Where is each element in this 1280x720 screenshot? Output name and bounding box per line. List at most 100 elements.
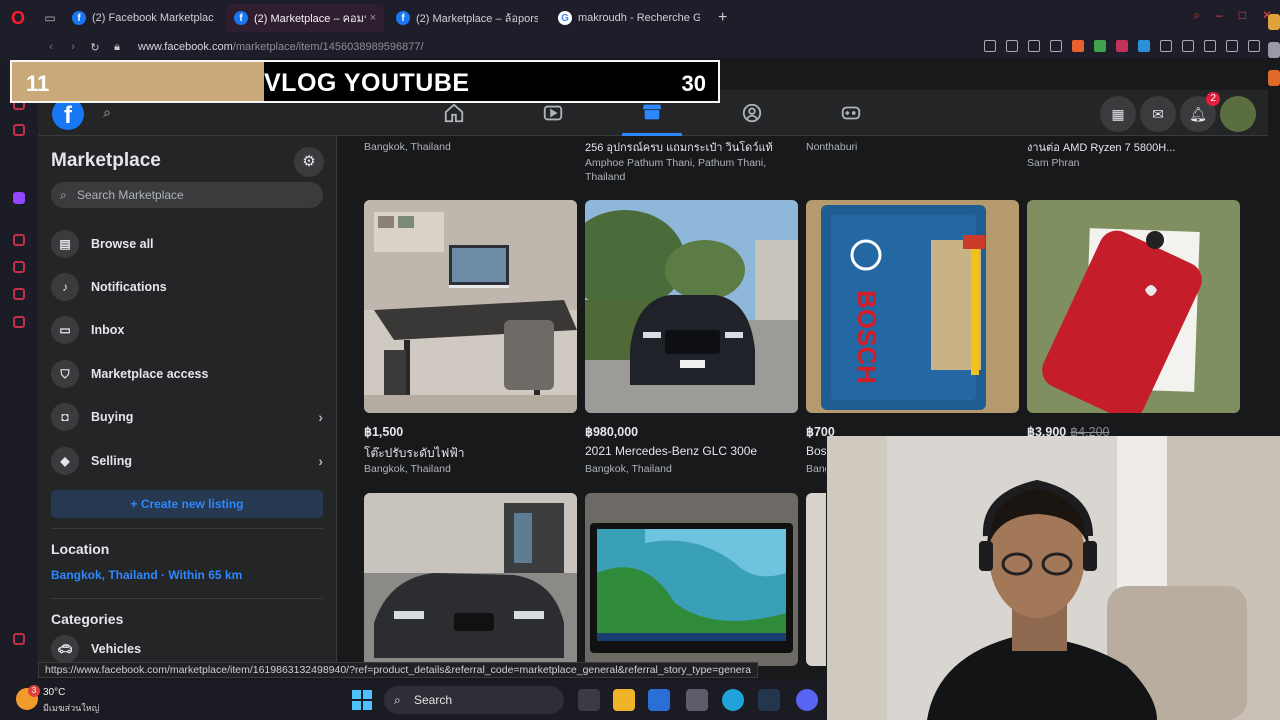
- listing-title[interactable]: โต๊ะปรับระดับไฟฟ้า: [364, 444, 577, 463]
- back-icon[interactable]: ‹: [40, 41, 62, 53]
- windows-start-icon[interactable]: [352, 690, 372, 710]
- edge-icon[interactable]: [722, 689, 744, 711]
- browser-tab[interactable]: Gmakroudh - Recherche Go: [550, 4, 708, 32]
- store-icon[interactable]: [648, 689, 670, 711]
- stream-banner: 11 VLOG YOUTUBE 30: [10, 60, 720, 103]
- menu-grid-icon[interactable]: ▦: [1100, 96, 1136, 132]
- tab-title: makroudh - Recherche Go: [578, 12, 700, 24]
- taskbar-search[interactable]: ⌕ Search: [384, 686, 564, 714]
- search-tabs-icon[interactable]: ⌕: [1193, 8, 1200, 23]
- bell-icon: ♪: [51, 273, 79, 301]
- listing-location: Bangkok, Thailand: [364, 463, 451, 475]
- sidebar-app-icon[interactable]: [13, 633, 25, 645]
- file-explorer-icon[interactable]: [613, 689, 635, 711]
- listing-image-bmw[interactable]: [364, 493, 577, 666]
- listing-image-iphone[interactable]: [1027, 200, 1240, 413]
- sidebar-app-icon[interactable]: [13, 124, 25, 136]
- listing-image-bosch-case[interactable]: BOSCH: [806, 200, 1019, 413]
- sidebar-item-label: Notifications: [91, 280, 167, 294]
- extension-red-icon[interactable]: [1072, 40, 1084, 52]
- task-view-icon[interactable]: [578, 689, 600, 711]
- sidebar-item-label: Browse all: [91, 237, 154, 251]
- listing-location: Amphoe Pathum Thani, Pathum Thani, Thail…: [585, 157, 767, 183]
- settings-icon[interactable]: [13, 316, 25, 328]
- listing-title[interactable]: 2021 Mercedes-Benz GLC 300e: [585, 444, 798, 458]
- messenger-icon[interactable]: ✉: [1140, 96, 1176, 132]
- settings-gear-icon[interactable]: ⚙: [294, 147, 324, 177]
- sidebar-app-icon[interactable]: [13, 288, 25, 300]
- create-listing-button[interactable]: + Create new listing: [51, 490, 323, 518]
- puzzle-icon[interactable]: [1160, 40, 1172, 52]
- discord-icon[interactable]: [796, 689, 818, 711]
- banner-right-number: 30: [681, 71, 706, 96]
- groups-nav-icon[interactable]: [722, 90, 782, 136]
- browser-tab-active[interactable]: f (2) Marketplace – คอมฯจอ×: [226, 4, 384, 32]
- edge-app-icon[interactable]: [1268, 14, 1280, 30]
- listing-title[interactable]: งานต่อ AMD Ryzen 7 5800H...: [1027, 138, 1240, 156]
- sidebar-item-inbox[interactable]: ▭ Inbox: [51, 312, 325, 348]
- listing-title[interactable]: 256 อุปกรณ์ครบ แถมกระเป๋า วินโดว์แท้: [585, 138, 798, 156]
- inbox-icon: ▭: [51, 316, 79, 344]
- download-icon[interactable]: [1204, 40, 1216, 52]
- shopping-bag-icon: ◘: [51, 403, 79, 431]
- storefront-icon: ▤: [51, 230, 79, 258]
- steam-icon[interactable]: [758, 689, 780, 711]
- minimize-icon[interactable]: –: [1216, 8, 1223, 23]
- edge-app-icon[interactable]: [1268, 70, 1280, 86]
- webcam-overlay: [827, 436, 1280, 720]
- sidebar-item-notifications[interactable]: ♪ Notifications: [51, 269, 325, 305]
- notifications-bell-icon[interactable]: 🔔︎ 2: [1180, 92, 1220, 132]
- listing-image-monitor[interactable]: [585, 493, 798, 666]
- app-icon[interactable]: [686, 689, 708, 711]
- extension-blue-icon[interactable]: [1138, 40, 1150, 52]
- history-icon[interactable]: [13, 261, 25, 273]
- search-input[interactable]: ⌕ Search Marketplace: [51, 182, 323, 208]
- sidebar-app-icon[interactable]: [13, 234, 25, 246]
- sidebar-item-browse-all[interactable]: ▤ Browse all: [51, 226, 325, 262]
- tag-icon: ◆: [51, 447, 79, 475]
- listing-image-mercedes[interactable]: [585, 200, 798, 413]
- play-icon[interactable]: [1028, 40, 1040, 52]
- extension-pink-icon[interactable]: [1116, 40, 1128, 52]
- profile-icon[interactable]: [1182, 40, 1194, 52]
- google-favicon-icon: G: [558, 11, 572, 25]
- category-label: Vehicles: [91, 642, 142, 656]
- reload-icon[interactable]: ↻: [84, 41, 106, 54]
- listing-price: ฿980,000: [585, 425, 639, 439]
- browser-tab[interactable]: f (2) Marketplace – ล้อpors: [388, 4, 546, 32]
- search-icon: ⌕: [60, 188, 67, 202]
- sidebar-item-label: Marketplace access: [91, 367, 209, 381]
- snapshot-icon[interactable]: [1006, 40, 1018, 52]
- close-tab-icon[interactable]: ×: [366, 12, 376, 24]
- sidebar-item-buying[interactable]: ◘ Buying ›: [51, 399, 325, 435]
- listing-image-desk[interactable]: [364, 200, 577, 413]
- new-tab-icon[interactable]: +: [718, 9, 727, 27]
- listing-image-partial[interactable]: [806, 493, 826, 666]
- opera-logo-icon[interactable]: O: [0, 0, 36, 36]
- page-title: Marketplace: [51, 150, 161, 171]
- edge-app-icon[interactable]: [1268, 42, 1280, 58]
- ai-icon[interactable]: [1226, 40, 1238, 52]
- twitch-icon[interactable]: [13, 192, 25, 204]
- bookmark-icon[interactable]: [984, 40, 996, 52]
- tab-menu-icon[interactable]: ▭: [36, 4, 64, 32]
- avatar[interactable]: [1220, 96, 1256, 132]
- extension-green-icon[interactable]: [1094, 40, 1106, 52]
- car-icon: 🚗︎: [51, 635, 79, 663]
- listing-title[interactable]: Bos: [806, 444, 826, 458]
- screen: O ▭ f (2) Facebook Marketplace f (2) Marke…: [0, 0, 1280, 720]
- extension-icons: [984, 40, 1260, 52]
- heart-icon[interactable]: [1050, 40, 1062, 52]
- forward-icon[interactable]: ›: [62, 41, 84, 53]
- location-link[interactable]: Bangkok, Thailand · Within 65 km: [51, 568, 242, 582]
- browser-tab[interactable]: f (2) Facebook Marketplace: [64, 4, 222, 32]
- menu-icon[interactable]: [1248, 40, 1260, 52]
- listing-location: Bang: [806, 463, 826, 475]
- tab-title: (2) Facebook Marketplace: [92, 12, 214, 24]
- sidebar-item-selling[interactable]: ◆ Selling ›: [51, 443, 325, 479]
- create-listing-label: Create new listing: [140, 497, 244, 511]
- gaming-nav-icon[interactable]: [821, 90, 881, 136]
- maximize-icon[interactable]: □: [1239, 8, 1246, 23]
- url-field[interactable]: www.facebook.com/marketplace/item/145603…: [138, 41, 424, 53]
- sidebar-item-marketplace-access[interactable]: ⛉ Marketplace access: [51, 356, 325, 392]
